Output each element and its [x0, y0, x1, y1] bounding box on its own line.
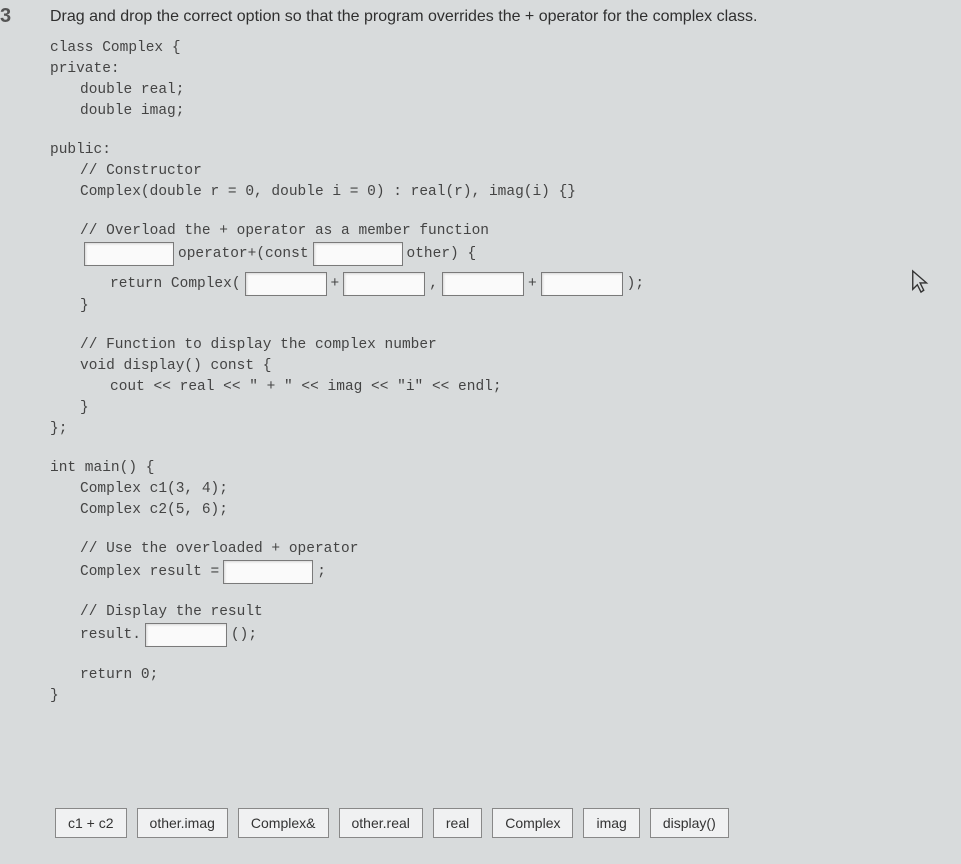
option-other-imag[interactable]: other.imag [137, 808, 228, 838]
code-line: Complex(double r = 0, double i = 0) : re… [80, 182, 644, 203]
code-line: public: [50, 140, 644, 161]
option-other-real[interactable]: other.real [339, 808, 423, 838]
code-line: int main() { [50, 458, 644, 479]
code-line: private: [50, 59, 644, 80]
option-imag[interactable]: imag [583, 808, 639, 838]
drop-target-result[interactable] [223, 560, 313, 584]
code-line: }; [50, 419, 644, 440]
code-text: + [528, 274, 537, 295]
code-line: Complex c1(3, 4); [80, 479, 644, 500]
drop-target-display[interactable] [145, 623, 227, 647]
option-bank: c1 + c2 other.imag Complex& other.real r… [55, 808, 729, 838]
code-line: void display() const { [80, 356, 644, 377]
drop-target-param-type[interactable] [313, 242, 403, 266]
drop-target-real2[interactable] [343, 272, 425, 296]
option-display[interactable]: display() [650, 808, 729, 838]
code-text: cout << real << " + " << imag << "i" << … [110, 377, 502, 398]
code-line: return Complex( + , + ); [80, 272, 644, 296]
question-number: 3 [0, 5, 11, 28]
code-line: } [50, 686, 644, 707]
code-line: cout << real << " + " << imag << "i" << … [80, 377, 644, 398]
code-line: class Complex { [50, 38, 644, 59]
code-text: return Complex( [110, 274, 241, 295]
code-area: class Complex { private: double real; do… [50, 38, 644, 707]
code-line: // Overload the + operator as a member f… [80, 221, 644, 242]
code-text: ; [317, 562, 326, 583]
code-text: (); [231, 625, 257, 646]
code-text: Complex result = [80, 562, 219, 583]
cursor-icon [910, 268, 932, 296]
option-complex[interactable]: Complex [492, 808, 573, 838]
drop-target-return-type[interactable] [84, 242, 174, 266]
drop-target-imag2[interactable] [541, 272, 623, 296]
question-prompt: Drag and drop the correct option so that… [50, 8, 757, 26]
code-text: other) { [407, 244, 477, 265]
code-line: } [80, 296, 644, 317]
code-text: + [331, 274, 340, 295]
code-text: ); [627, 274, 644, 295]
code-text: , [429, 274, 438, 295]
code-line: double real; [80, 80, 644, 101]
code-text: result. [80, 625, 141, 646]
code-text: operator+(const [178, 244, 309, 265]
drop-target-imag1[interactable] [442, 272, 524, 296]
option-complex-ref[interactable]: Complex& [238, 808, 329, 838]
code-line: Complex c2(5, 6); [80, 500, 644, 521]
code-line: double imag; [80, 101, 644, 122]
code-line: Complex result = ; [80, 560, 644, 584]
code-line: // Use the overloaded + operator [80, 539, 644, 560]
code-line: } [80, 398, 644, 419]
option-real[interactable]: real [433, 808, 482, 838]
code-line: // Function to display the complex numbe… [80, 335, 644, 356]
code-line: result. (); [80, 623, 644, 647]
option-c1-plus-c2[interactable]: c1 + c2 [55, 808, 127, 838]
code-line: return 0; [80, 665, 644, 686]
code-line: operator+(const other) { [80, 242, 644, 266]
code-line: // Display the result [80, 602, 644, 623]
drop-target-real1[interactable] [245, 272, 327, 296]
code-line: // Constructor [80, 161, 644, 182]
